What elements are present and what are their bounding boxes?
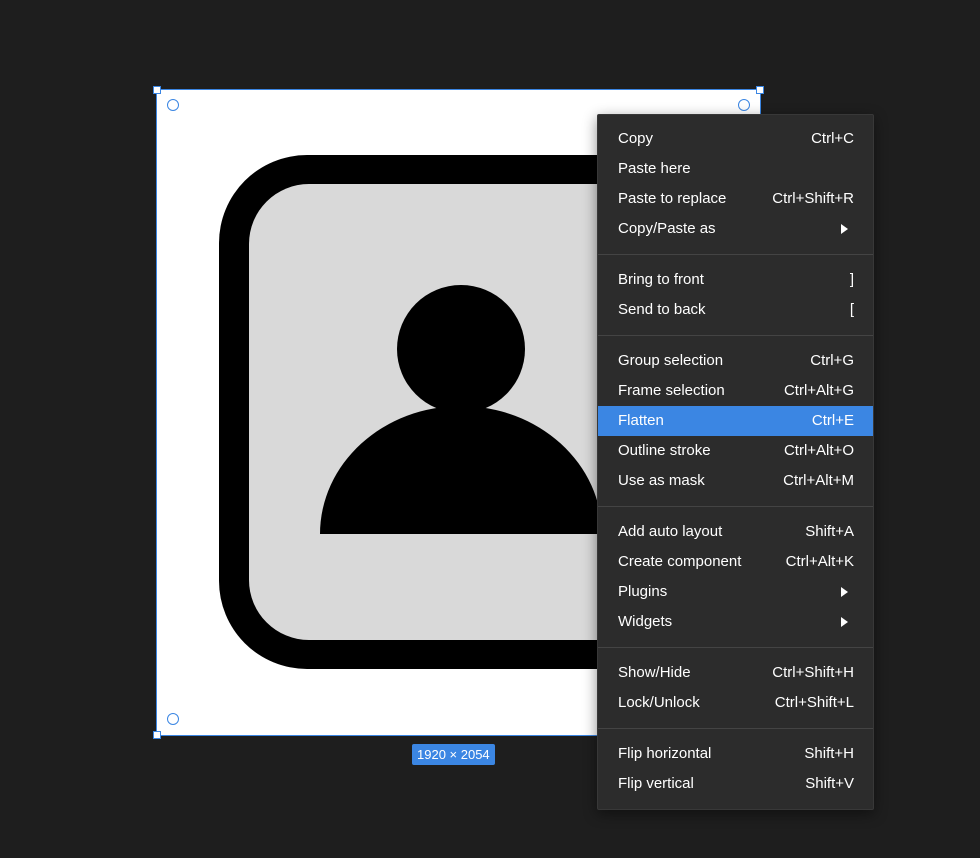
menu-item-label: Show/Hide: [618, 664, 691, 681]
menu-item-flip-horizontal[interactable]: Flip horizontal Shift+H: [598, 739, 873, 769]
menu-item-flatten[interactable]: Flatten Ctrl+E: [598, 406, 873, 436]
corner-radius-handle-top-right[interactable]: [738, 99, 750, 111]
menu-item-create-component[interactable]: Create component Ctrl+Alt+K: [598, 547, 873, 577]
menu-item-label: Create component: [618, 553, 742, 570]
menu-item-label: Frame selection: [618, 382, 725, 399]
menu-item-label: Flip vertical: [618, 775, 694, 792]
menu-item-shortcut: ]: [849, 271, 854, 288]
menu-item-label: Widgets: [618, 613, 673, 630]
person-head-shape: [397, 285, 525, 413]
menu-item-label: Paste to replace: [618, 190, 727, 207]
menu-item-plugins[interactable]: Plugins: [598, 577, 873, 607]
menu-item-label: Lock/Unlock: [618, 694, 700, 711]
menu-item-send-to-back[interactable]: Send to back [: [598, 295, 873, 325]
submenu-arrow-icon: [841, 617, 848, 627]
menu-separator: [598, 254, 873, 255]
menu-item-shortcut: Ctrl+Shift+L: [774, 694, 854, 711]
menu-separator: [598, 647, 873, 648]
menu-item-flip-vertical[interactable]: Flip vertical Shift+V: [598, 769, 873, 799]
corner-radius-handle-top-left[interactable]: [167, 99, 179, 111]
menu-item-label: Copy: [618, 130, 654, 147]
menu-item-label: Paste here: [618, 160, 691, 177]
menu-item-copy-paste-as[interactable]: Copy/Paste as: [598, 214, 873, 244]
context-menu: Copy Ctrl+C Paste here Paste to replace Ctrl…: [597, 114, 874, 810]
menu-item-shortcut: Ctrl+Alt+O: [783, 442, 854, 459]
menu-item-shortcut: Ctrl+E: [811, 412, 854, 429]
resize-handle-top-right[interactable]: [756, 86, 764, 94]
menu-item-frame-selection[interactable]: Frame selection Ctrl+Alt+G: [598, 376, 873, 406]
menu-item-label: Group selection: [618, 352, 724, 369]
menu-item-shortcut: Ctrl+Alt+G: [783, 382, 854, 399]
menu-separator: [598, 506, 873, 507]
menu-item-paste-here[interactable]: Paste here: [598, 154, 873, 184]
menu-item-label: Plugins: [618, 583, 668, 600]
menu-item-label: Copy/Paste as: [618, 220, 716, 237]
menu-item-shortcut: [: [849, 301, 854, 318]
corner-radius-handle-bottom-left[interactable]: [167, 713, 179, 725]
menu-item-lock-unlock[interactable]: Lock/Unlock Ctrl+Shift+L: [598, 688, 873, 718]
menu-separator: [598, 335, 873, 336]
menu-item-bring-to-front[interactable]: Bring to front]: [598, 265, 873, 295]
menu-item-shortcut: Shift+V: [805, 775, 854, 792]
resize-handle-bottom-left[interactable]: [153, 731, 161, 739]
menu-item-label: Flip horizontal: [618, 745, 712, 762]
resize-handle-top-left[interactable]: [153, 86, 161, 94]
menu-item-label: Flatten: [618, 412, 664, 429]
menu-item-outline-stroke[interactable]: Outline stroke Ctrl+Alt+O: [598, 436, 873, 466]
menu-item-shortcut: Ctrl+G: [810, 352, 854, 369]
menu-item-shortcut: Ctrl+Alt+K: [785, 553, 854, 570]
menu-item-shortcut: Ctrl+C: [811, 130, 854, 147]
menu-item-label: Add auto layout: [618, 523, 723, 540]
design-canvas[interactable]: 1920 × 2054 Copy Ctrl+C Paste here Paste to…: [0, 0, 980, 858]
menu-item-paste-to-replace[interactable]: Paste to replace Ctrl+Shift+R: [598, 184, 873, 214]
menu-item-copy[interactable]: Copy Ctrl+C: [598, 124, 873, 154]
menu-item-label: Send to back: [618, 301, 706, 318]
menu-separator: [598, 728, 873, 729]
menu-item-use-as-mask[interactable]: Use as mask Ctrl+Alt+M: [598, 466, 873, 496]
menu-item-group-selection[interactable]: Group selection Ctrl+G: [598, 346, 873, 376]
menu-item-shortcut: Shift+A: [805, 523, 854, 540]
menu-item-widgets[interactable]: Widgets: [598, 607, 873, 637]
menu-item-add-auto-layout[interactable]: Add auto layout Shift+A: [598, 517, 873, 547]
menu-item-label: Use as mask: [618, 472, 705, 489]
menu-item-show-hide[interactable]: Show/Hide Ctrl+Shift+H: [598, 658, 873, 688]
menu-item-label: Outline stroke: [618, 442, 711, 459]
menu-item-shortcut: Shift+H: [804, 745, 854, 762]
menu-item-shortcut: Ctrl+Alt+M: [783, 472, 854, 489]
menu-item-shortcut: Ctrl+Shift+R: [772, 190, 854, 207]
menu-item-shortcut: Ctrl+Shift+H: [772, 664, 854, 681]
submenu-arrow-icon: [841, 224, 848, 234]
frame-size-badge: 1920 × 2054: [412, 744, 495, 765]
submenu-arrow-icon: [841, 587, 848, 597]
menu-item-label: Bring to front: [618, 271, 704, 288]
